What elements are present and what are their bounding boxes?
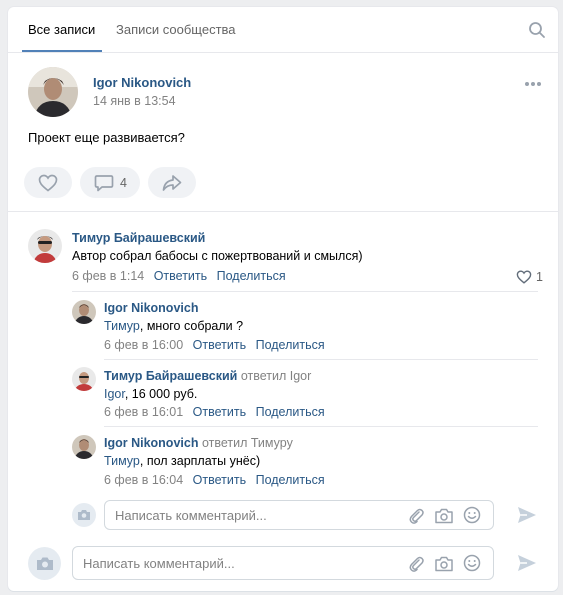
reply-link[interactable]: Ответить <box>193 405 246 419</box>
share-link[interactable]: Поделиться <box>256 405 325 419</box>
avatar[interactable] <box>72 300 96 324</box>
more-options-icon[interactable] <box>524 77 542 87</box>
search-icon[interactable] <box>528 21 546 39</box>
comment-author[interactable]: Тимур Байрашевский ответил Igor <box>104 369 311 383</box>
post-text: Проект еще развивается? <box>28 130 185 145</box>
divider <box>8 211 558 212</box>
mention-link[interactable]: Тимур <box>104 319 140 333</box>
like-button[interactable] <box>24 167 72 198</box>
emoji-icon[interactable] <box>463 554 481 572</box>
send-icon[interactable] <box>516 505 538 525</box>
reply-link[interactable]: Ответить <box>193 338 246 352</box>
tab-all-posts[interactable]: Все записи <box>28 22 95 37</box>
comment-author[interactable]: Тимур Байрашевский <box>72 231 205 245</box>
mention-link[interactable]: Igor <box>104 387 125 401</box>
reply-link[interactable]: Ответить <box>193 473 246 487</box>
camera-icon[interactable] <box>434 507 454 525</box>
tab-community-posts[interactable]: Записи сообщества <box>116 22 236 37</box>
share-link[interactable]: Поделиться <box>217 269 286 283</box>
main-comment-input[interactable] <box>83 547 363 579</box>
reply-comment-input[interactable] <box>115 501 395 529</box>
comment-meta: 6 фев в 16:01 Ответить Поделиться <box>104 405 331 419</box>
share-link[interactable]: Поделиться <box>256 473 325 487</box>
main-comment-box <box>72 546 494 580</box>
user-avatar-placeholder <box>72 503 96 527</box>
emoji-icon[interactable] <box>463 506 481 524</box>
post-date[interactable]: 14 янв в 13:54 <box>93 94 176 108</box>
post-author[interactable]: Igor Nikonovich <box>93 75 191 90</box>
comment-text: Тимур, пол зарплаты унёс) <box>104 454 261 468</box>
send-icon[interactable] <box>516 553 538 573</box>
heart-icon <box>38 174 58 192</box>
comment-meta: 6 фев в 16:04 Ответить Поделиться <box>104 473 331 487</box>
share-button[interactable] <box>148 167 196 198</box>
avatar[interactable] <box>28 67 78 117</box>
comment-text: Тимур, много собрали ? <box>104 319 244 333</box>
comment-meta: 6 фев в 1:14 Ответить Поделиться <box>72 269 292 283</box>
wall-tabs: Все записи Записи сообщества <box>8 7 558 53</box>
avatar[interactable] <box>72 367 96 391</box>
replied-to: ответил Igor <box>240 369 312 383</box>
camera-icon[interactable] <box>434 555 454 573</box>
comment-date[interactable]: 6 фев в 1:14 <box>72 269 144 283</box>
comment-author[interactable]: Igor Nikonovich ответил Тимуру <box>104 436 293 450</box>
comment-like-button[interactable]: 1 <box>516 270 546 284</box>
comment-date[interactable]: 6 фев в 16:04 <box>104 473 183 487</box>
reply-link[interactable]: Ответить <box>154 269 207 283</box>
comment-author[interactable]: Igor Nikonovich <box>104 301 198 315</box>
mention-link[interactable]: Тимур <box>104 454 140 468</box>
camera-icon <box>78 510 90 520</box>
comments-count: 4 <box>120 176 127 190</box>
camera-icon <box>37 557 53 570</box>
divider <box>104 426 538 427</box>
divider <box>104 359 538 360</box>
comment-button[interactable]: 4 <box>80 167 140 198</box>
heart-icon <box>516 270 532 284</box>
replied-to: ответил Тимуру <box>201 436 293 450</box>
avatar[interactable] <box>72 435 96 459</box>
comment-text: Igor, 16 000 руб. <box>104 387 198 401</box>
comment-like-count: 1 <box>536 270 543 284</box>
active-tab-indicator <box>22 50 102 52</box>
avatar[interactable] <box>28 229 62 263</box>
user-avatar-placeholder <box>28 547 61 580</box>
reply-comment-box <box>104 500 494 530</box>
share-link[interactable]: Поделиться <box>256 338 325 352</box>
wall-card: Все записи Записи сообщества Igor Nikono… <box>8 7 558 591</box>
attach-icon[interactable] <box>407 555 425 573</box>
divider <box>72 291 538 292</box>
comment-meta: 6 фев в 16:00 Ответить Поделиться <box>104 338 331 352</box>
attach-icon[interactable] <box>407 507 425 525</box>
comment-icon <box>94 175 114 192</box>
comment-date[interactable]: 6 фев в 16:01 <box>104 405 183 419</box>
comment-date[interactable]: 6 фев в 16:00 <box>104 338 183 352</box>
comment-text: Автор собрал бабосы с пожертвований и см… <box>72 249 363 263</box>
share-icon <box>162 175 182 191</box>
